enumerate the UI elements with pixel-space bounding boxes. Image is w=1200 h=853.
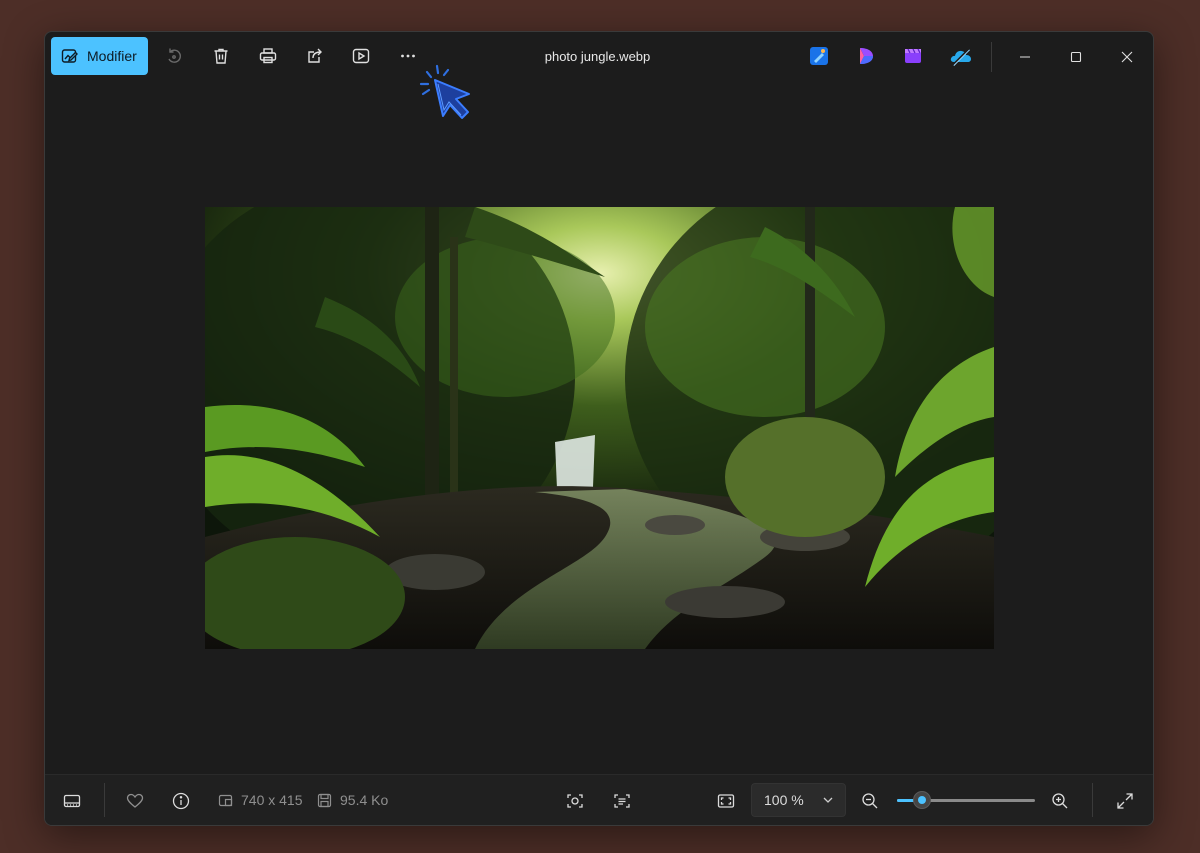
designer-icon[interactable] [808,45,830,67]
bottom-separator-right [1092,783,1093,817]
zoom-in-button[interactable] [1046,787,1074,815]
video-editor-icon[interactable] [902,45,924,67]
jungle-photo[interactable] [205,207,994,649]
close-icon [1121,51,1133,63]
edit-button-label: Modifier [87,48,137,64]
print-button[interactable] [253,41,283,71]
photos-window: Modifier photo jungle.webp 740 x 415 95.… [44,31,1154,826]
click-cursor-icon [419,64,470,119]
fullscreen-button[interactable] [1111,787,1139,815]
text-scan-button[interactable] [608,787,636,815]
fit-window-icon [717,794,735,808]
bottom-separator [104,783,105,817]
close-button[interactable] [1107,42,1147,72]
minimize-button[interactable] [1005,42,1045,72]
onedrive-icon[interactable] [949,45,973,67]
zoom-slider[interactable] [897,791,1035,809]
rotate-icon [168,48,181,63]
slideshow-icon [352,48,370,64]
file-size-info: 95.4 Ko [317,792,388,808]
title-bar: Modifier photo jungle.webp [45,32,1153,82]
zoom-out-icon [862,793,878,809]
info-icon [172,792,190,810]
visual-search-icon [567,794,583,808]
file-size-text: 95.4 Ko [340,792,389,808]
chevron-down-icon [823,797,833,803]
delete-button[interactable] [206,41,236,71]
fit-to-window-button[interactable] [712,787,740,815]
heart-icon [126,793,144,808]
fullscreen-icon [1117,793,1133,809]
image-size-icon [218,794,233,806]
filmstrip-button[interactable] [58,787,86,815]
minimize-icon [1020,56,1030,58]
maximize-icon [1070,51,1082,63]
share-button[interactable] [300,41,330,71]
file-info-button[interactable] [167,787,195,815]
maximize-button[interactable] [1056,42,1096,72]
slideshow-button[interactable] [346,41,376,71]
delete-icon [214,48,228,64]
dimensions-info: 740 x 415 [218,792,303,808]
dimensions-text: 740 x 415 [241,792,303,808]
zoom-slider-thumb[interactable] [913,791,931,809]
bottom-bar: 740 x 415 95.4 Ko 100 % [45,774,1153,825]
rotate-button[interactable] [159,41,189,71]
zoom-level-select[interactable]: 100 % [751,783,846,817]
favorite-button[interactable] [121,787,149,815]
clipchamp-icon[interactable] [855,45,877,67]
titlebar-separator [991,42,992,72]
more-icon [401,54,415,58]
zoom-in-icon [1052,793,1068,809]
text-scan-icon [614,794,630,808]
edit-button[interactable]: Modifier [51,37,148,75]
zoom-out-button[interactable] [856,787,884,815]
share-icon [308,48,322,63]
jungle-photo-image [205,207,994,649]
zoom-level-value: 100 % [764,792,804,808]
edit-image-icon [61,49,78,63]
visual-search-button[interactable] [561,787,589,815]
filmstrip-icon [63,794,81,808]
print-icon [259,48,277,64]
file-name-title: photo jungle.webp [544,49,651,64]
save-disk-icon [317,793,332,807]
